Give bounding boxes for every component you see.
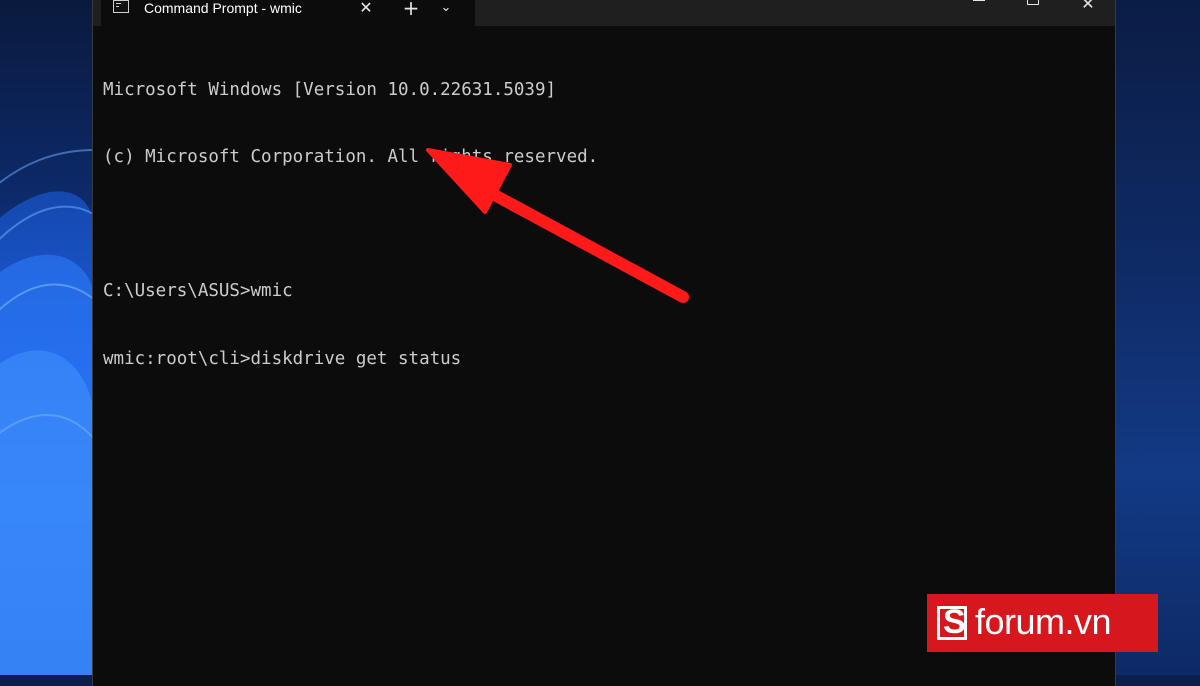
- console-line: wmic:root\cli>diskdrive get status: [103, 348, 462, 369]
- maximize-icon[interactable]: [1019, 0, 1049, 14]
- command-prompt-icon: [113, 0, 129, 13]
- tab-title: Command Prompt - wmic: [144, 0, 302, 16]
- console-line: C:\Users\ASUS>wmic: [103, 281, 293, 302]
- minimize-icon[interactable]: [967, 0, 997, 14]
- desktop-wallpaper-right: [1113, 0, 1200, 675]
- chevron-down-icon[interactable]: ⌄: [435, 0, 457, 19]
- watermark-text: forum.vn: [975, 601, 1112, 642]
- terminal-window: Command Prompt - wmic ✕ + ⌄ ✕ Microsoft …: [92, 0, 1116, 686]
- title-bar: Command Prompt - wmic ✕ + ⌄ ✕: [93, 0, 1115, 26]
- tab-close-icon[interactable]: ✕: [355, 0, 377, 19]
- sforum-watermark-logo: forum.vn: [927, 594, 1158, 652]
- console-output[interactable]: Microsoft Windows [Version 10.0.22631.50…: [103, 34, 1103, 415]
- console-line: (c) Microsoft Corporation. All rights re…: [103, 147, 599, 168]
- close-icon[interactable]: ✕: [1073, 0, 1103, 16]
- desktop-wallpaper-left: [0, 0, 95, 675]
- new-tab-button[interactable]: +: [399, 0, 423, 19]
- wallpaper-bloom-graphic: [0, 149, 95, 675]
- sforum-s-icon: [937, 603, 967, 642]
- console-line: Microsoft Windows [Version 10.0.22631.50…: [103, 79, 557, 100]
